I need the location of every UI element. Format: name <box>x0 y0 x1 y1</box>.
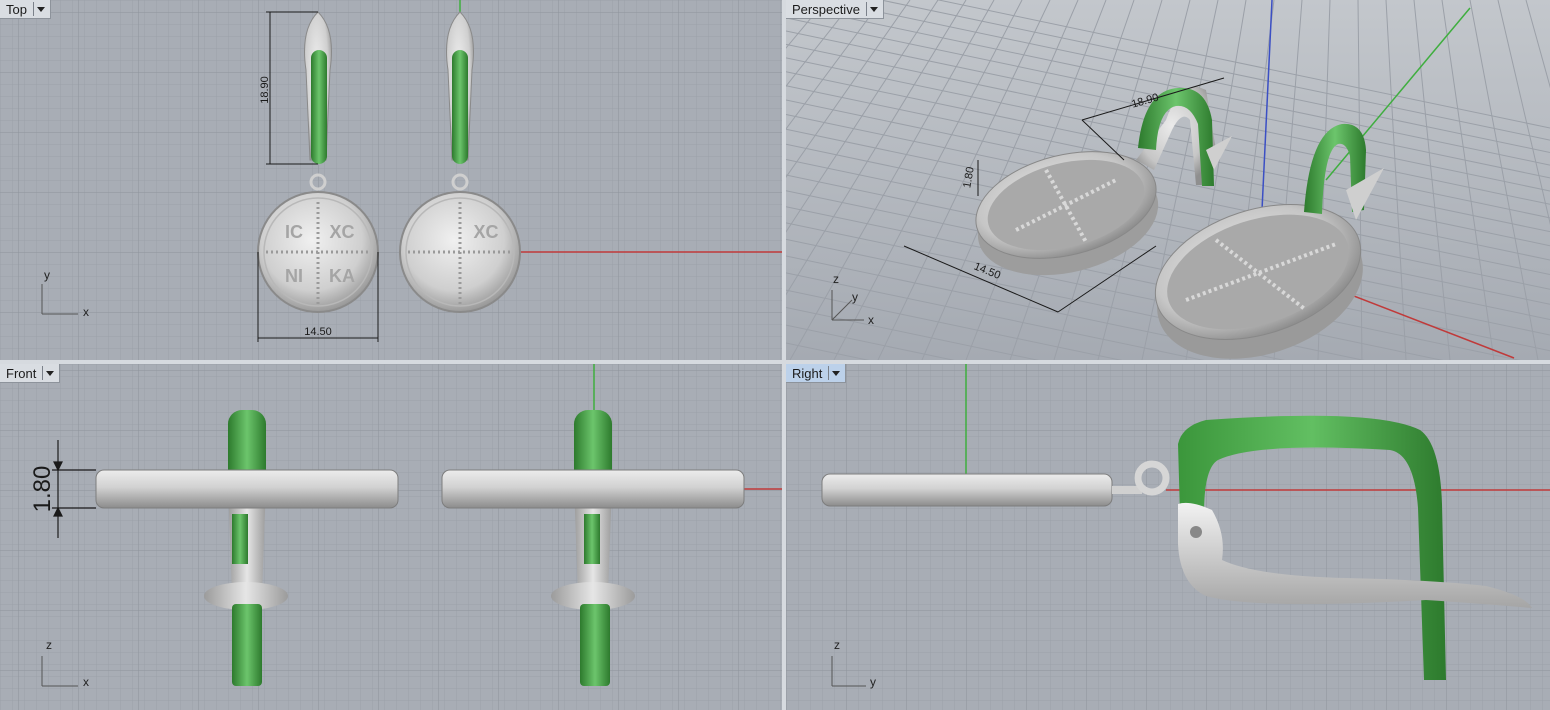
medallion-left-br: KA <box>329 266 355 286</box>
viewport-perspective[interactable]: 18.90 14.50 1.80 Perspective z y x <box>786 0 1550 360</box>
dim-label-width: 14.50 <box>304 326 332 338</box>
viewport-tab-front[interactable]: Front <box>0 364 61 383</box>
right-grid <box>786 364 1550 710</box>
front-grid: 1.80 <box>0 364 782 710</box>
medallion-left-tl: IC <box>285 222 303 242</box>
axis-label-y: y <box>852 290 858 304</box>
viewport-tab-perspective[interactable]: Perspective <box>786 0 884 19</box>
axis-label-x: x <box>83 305 89 319</box>
viewport-top[interactable]: IC XC NI KA XC 18.90 14.50 Top y x <box>0 0 782 360</box>
viewport-tab-front-label: Front <box>6 365 37 381</box>
top-grid: IC XC NI KA XC 18.90 14.50 <box>0 0 782 360</box>
viewport-tab-top-label: Top <box>6 1 27 17</box>
chevron-down-icon[interactable] <box>828 366 841 380</box>
axis-label-y: y <box>870 675 876 689</box>
perspective-grid: 18.90 14.50 1.80 <box>786 0 1550 360</box>
medallion-right-tr: XC <box>473 222 498 242</box>
viewport-divider-vertical[interactable] <box>782 0 786 710</box>
medallion-left-tr: XC <box>329 222 354 242</box>
axis-label-x: x <box>868 313 874 327</box>
viewport-tab-right-label: Right <box>792 365 823 381</box>
chevron-down-icon[interactable] <box>32 2 46 16</box>
axis-label-z: z <box>834 638 840 652</box>
viewport-tab-right[interactable]: Right <box>786 364 847 383</box>
chevron-down-icon[interactable] <box>42 366 55 380</box>
dim-label-height: 18.90 <box>259 76 271 104</box>
viewport-divider-horizontal[interactable] <box>0 360 1550 364</box>
axis-label-z: z <box>833 272 839 286</box>
dim-label-thickness: 1.80 <box>29 466 56 513</box>
chevron-down-icon[interactable] <box>865 2 879 16</box>
viewport-right[interactable]: Right z y <box>786 364 1550 710</box>
axis-label-y: y <box>44 268 50 282</box>
medallion-left-bl: NI <box>285 266 303 286</box>
axis-label-z: z <box>46 638 52 652</box>
viewport-tab-perspective-label: Perspective <box>792 1 860 17</box>
viewport-front[interactable]: 1.80 Front z x <box>0 364 782 710</box>
viewport-tab-top[interactable]: Top <box>0 0 51 19</box>
axis-label-x: x <box>83 675 89 689</box>
